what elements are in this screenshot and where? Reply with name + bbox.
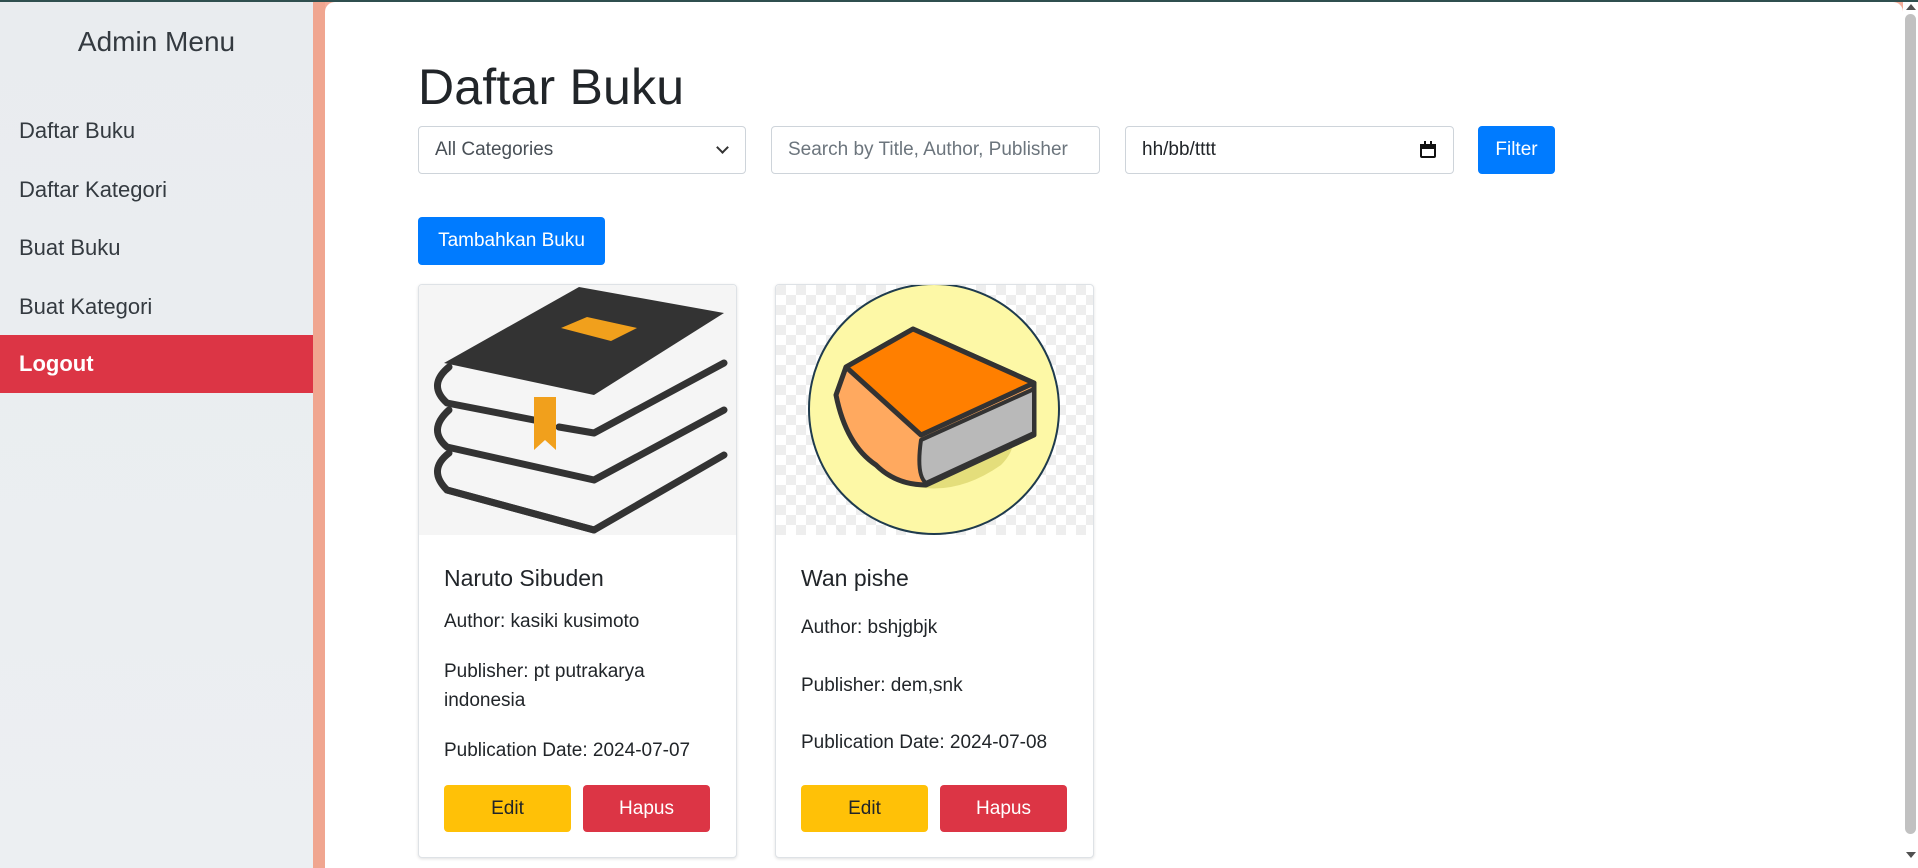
book-publication-date: Publication Date: 2024-07-08 — [801, 732, 1048, 753]
page-title: Daftar Buku — [418, 59, 685, 115]
sidebar-title: Admin Menu — [77, 26, 236, 57]
filter-button[interactable]: Filter — [1478, 126, 1555, 174]
date-input[interactable]: hh/bb/tttt — [1125, 126, 1454, 174]
admin-sidebar: Admin Menu Daftar Buku Daftar Kategori B… — [0, 2, 313, 868]
orange-book-icon — [776, 285, 1093, 535]
category-select[interactable]: All Categories — [418, 126, 746, 174]
search-field[interactable] — [771, 126, 1100, 174]
category-select-value: All Categories — [435, 139, 554, 160]
scrollbar-thumb[interactable] — [1905, 14, 1916, 834]
book-title: Wan pishe — [801, 565, 909, 591]
book-publication-date: Publication Date: 2024-07-07 — [444, 740, 691, 761]
book-card: Naruto Sibuden Author: kasiki kusimoto P… — [418, 284, 737, 858]
edit-button[interactable]: Edit — [444, 785, 571, 832]
book-publisher: Publisher: dem,snk — [801, 675, 963, 696]
book-publisher: Publisher: pt putrakarya indonesia — [444, 661, 645, 711]
delete-button[interactable]: Hapus — [940, 785, 1067, 832]
sidebar-item-daftar-buku[interactable]: Daftar Buku — [0, 102, 313, 160]
calendar-icon[interactable] — [1419, 141, 1437, 159]
edit-button[interactable]: Edit — [801, 785, 928, 832]
sidebar-item-buat-buku[interactable]: Buat Buku — [0, 219, 313, 277]
date-input-value: hh/bb/tttt — [1142, 139, 1216, 160]
stacked-books-icon — [434, 287, 728, 534]
book-cover-image — [776, 285, 1093, 535]
book-card: Wan pishe Author: bshjgbjk Publisher: de… — [775, 284, 1094, 858]
search-input[interactable] — [788, 139, 1083, 161]
book-author: Author: bshjgbjk — [801, 617, 938, 638]
decorative-divider — [313, 2, 325, 868]
scroll-down-arrow-icon[interactable] — [1906, 852, 1916, 858]
main-content: Daftar Buku All Categories hh/bb/tttt Fi… — [325, 2, 1903, 868]
sidebar-item-buat-kategori[interactable]: Buat Kategori — [0, 278, 313, 336]
book-title: Naruto Sibuden — [444, 565, 604, 591]
sidebar-item-logout[interactable]: Logout — [0, 335, 313, 393]
chevron-down-icon — [716, 141, 729, 154]
book-author: Author: kasiki kusimoto — [444, 611, 640, 632]
add-book-button[interactable]: Tambahkan Buku — [418, 217, 605, 265]
sidebar-item-daftar-kategori[interactable]: Daftar Kategori — [0, 161, 313, 219]
delete-button[interactable]: Hapus — [583, 785, 710, 832]
book-cover-image — [419, 285, 736, 535]
scroll-up-arrow-icon[interactable] — [1906, 4, 1916, 10]
